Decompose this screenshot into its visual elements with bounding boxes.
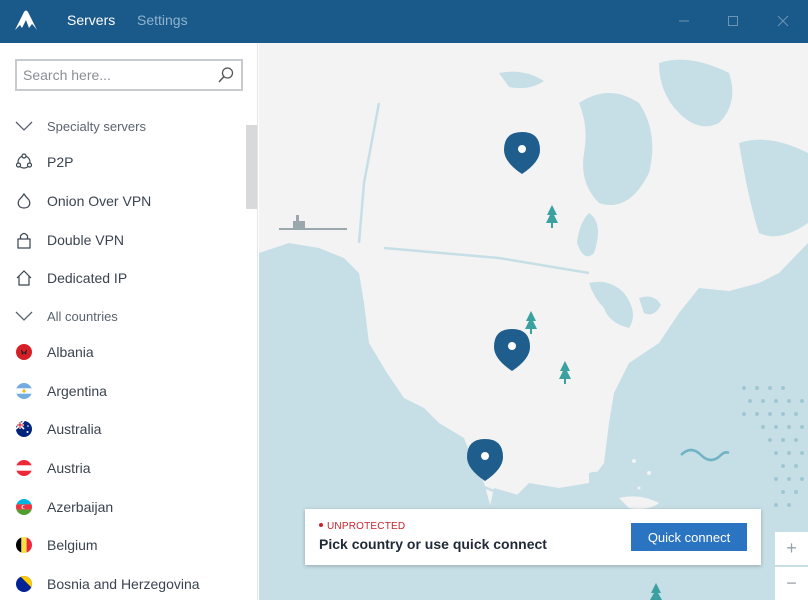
- sidebar-item-p2p[interactable]: P2P: [0, 143, 246, 181]
- country-item-bosnia-and-herzegovina[interactable]: Bosnia and Herzegovina: [0, 565, 246, 600]
- bosnia-flag-icon: [15, 575, 33, 593]
- search-box[interactable]: [15, 59, 243, 91]
- austria-flag-icon: [15, 459, 33, 477]
- country-item-austria[interactable]: Austria: [0, 449, 246, 487]
- australia-flag-icon: [15, 420, 33, 438]
- country-label: Azerbaijan: [47, 499, 114, 515]
- quick-connect-button[interactable]: Quick connect: [631, 523, 747, 551]
- section-label: Specialty servers: [47, 118, 146, 134]
- country-item-argentina[interactable]: Argentina: [0, 372, 246, 410]
- maximize-icon: [728, 16, 738, 26]
- country-label: Argentina: [47, 383, 107, 399]
- chevron-down-icon: [15, 307, 33, 325]
- tab-settings[interactable]: Settings: [137, 12, 188, 28]
- chevron-down-icon: [15, 117, 33, 135]
- minimize-icon: [679, 20, 689, 22]
- sidebar-scrollbar[interactable]: [246, 125, 257, 209]
- p2p-icon: [15, 153, 33, 171]
- albania-flag-icon: [15, 343, 33, 361]
- sidebar-item-dedicated-ip[interactable]: Dedicated IP: [0, 259, 246, 297]
- close-button[interactable]: [770, 8, 796, 34]
- zoom-in-button[interactable]: +: [775, 532, 808, 565]
- maximize-button[interactable]: [720, 8, 746, 34]
- section-specialty-servers[interactable]: Specialty servers: [0, 107, 246, 145]
- search-icon[interactable]: [217, 66, 235, 84]
- argentina-flag-icon: [15, 382, 33, 400]
- country-item-australia[interactable]: Australia: [0, 410, 246, 448]
- section-all-countries[interactable]: All countries: [0, 297, 246, 335]
- close-icon: [777, 15, 789, 27]
- sidebar-item-label: P2P: [47, 154, 74, 170]
- tab-servers[interactable]: Servers: [67, 12, 115, 28]
- lock-icon: [15, 231, 33, 249]
- status-label: UNPROTECTED: [319, 521, 405, 532]
- sidebar-item-onion-over-vpn[interactable]: Onion Over VPN: [0, 182, 246, 220]
- title-bar: Servers Settings: [0, 0, 808, 43]
- sidebar-item-label: Dedicated IP: [47, 270, 128, 286]
- home-icon: [15, 269, 33, 287]
- country-label: Albania: [47, 344, 94, 360]
- sidebar-item-label: Onion Over VPN: [47, 193, 152, 209]
- connection-status-card: UNPROTECTED Pick country or use quick co…: [305, 509, 761, 565]
- status-text: UNPROTECTED: [327, 521, 406, 532]
- country-label: Bosnia and Herzegovina: [47, 576, 200, 592]
- status-message: Pick country or use quick connect: [319, 536, 547, 552]
- nordvpn-logo-icon: [15, 10, 37, 30]
- sidebar-item-label: Double VPN: [47, 232, 125, 248]
- country-label: Austria: [47, 460, 91, 476]
- belgium-flag-icon: [15, 536, 33, 554]
- minimize-button[interactable]: [671, 8, 697, 34]
- zoom-out-button[interactable]: −: [775, 567, 808, 600]
- status-dot-icon: [319, 523, 323, 527]
- country-item-azerbaijan[interactable]: Azerbaijan: [0, 488, 246, 526]
- country-item-belgium[interactable]: Belgium: [0, 526, 246, 564]
- azerbaijan-flag-icon: [15, 498, 33, 516]
- country-item-albania[interactable]: Albania: [0, 333, 246, 371]
- country-label: Belgium: [47, 537, 98, 553]
- server-sidebar: Specialty servers P2P Onion Over VPN Dou…: [0, 43, 258, 600]
- country-label: Australia: [47, 421, 102, 437]
- sidebar-item-double-vpn[interactable]: Double VPN: [0, 221, 246, 259]
- search-input[interactable]: [17, 61, 207, 89]
- section-label: All countries: [47, 308, 118, 324]
- onion-icon: [15, 192, 33, 210]
